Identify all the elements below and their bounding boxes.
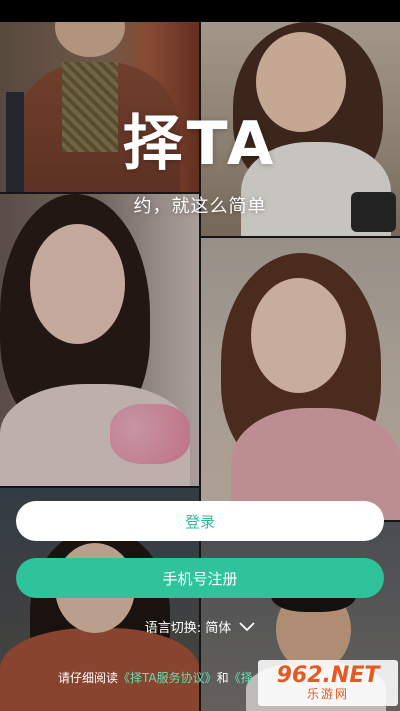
- app-slogan: 约，就这么简单: [133, 196, 267, 217]
- phone-register-button[interactable]: 手机号注册: [16, 558, 384, 598]
- privacy-agreement-link[interactable]: 《择: [229, 671, 253, 685]
- agreement-prefix: 请仔细阅读: [58, 671, 119, 685]
- watermark-top: 962.NET: [276, 663, 380, 688]
- app-logo: 择TA: [122, 109, 278, 179]
- watermark-bottom: 乐游网: [306, 687, 349, 701]
- agreement-joiner: 和: [216, 671, 229, 685]
- language-switcher[interactable]: 语言切换: 简体: [0, 617, 400, 636]
- agreement-text: 请仔细阅读《择TA服务协议》和《择: [58, 669, 253, 686]
- site-watermark: 962.NET 乐游网: [258, 660, 398, 706]
- language-label: 语言切换: 简体: [144, 621, 232, 636]
- service-agreement-link[interactable]: 《择TA服务协议》: [118, 671, 217, 685]
- chevron-down-icon: [239, 621, 255, 631]
- login-button[interactable]: 登录: [16, 501, 384, 541]
- status-bar: [0, 0, 400, 22]
